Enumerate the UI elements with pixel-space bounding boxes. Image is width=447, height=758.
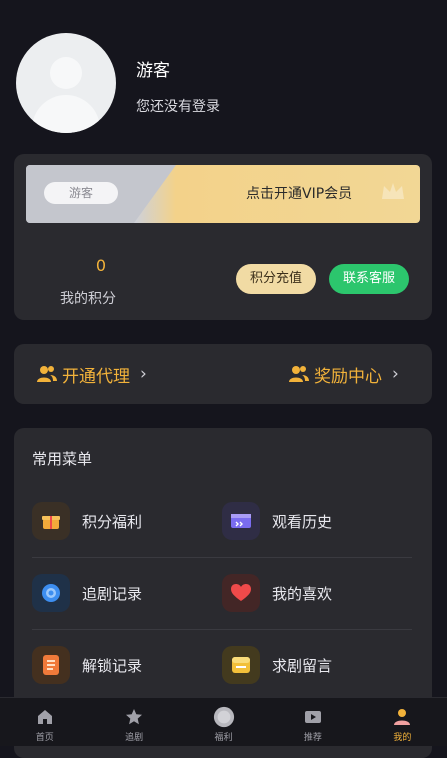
vip-banner[interactable]: 游客 点击开通VIP会员 bbox=[26, 165, 420, 223]
open-agent-link[interactable]: 开通代理 › bbox=[36, 363, 147, 387]
gift-icon bbox=[32, 502, 70, 540]
tab-recommend[interactable]: 推荐 bbox=[268, 698, 357, 746]
tab-label: 推荐 bbox=[303, 733, 322, 743]
menu-item-watch-history[interactable]: 观看历史 bbox=[222, 502, 332, 540]
points-value: 0 bbox=[95, 256, 107, 275]
menu-item-request-message[interactable]: 求剧留言 bbox=[222, 646, 332, 684]
user-name[interactable]: 游客 bbox=[136, 56, 170, 81]
menu-title: 常用菜单 bbox=[32, 450, 93, 468]
vip-card: 游客 点击开通VIP会员 0 我的积分 积分充值 联系客服 bbox=[14, 154, 432, 320]
avatar-head bbox=[50, 57, 82, 89]
login-hint[interactable]: 您还没有登录 bbox=[136, 96, 220, 116]
menu-item-my-likes[interactable]: 我的喜欢 bbox=[222, 574, 332, 612]
document-icon bbox=[32, 646, 70, 684]
menu-item-label: 追剧记录 bbox=[82, 584, 143, 603]
reward-center-label: 奖励中心 bbox=[314, 366, 382, 387]
user-icon bbox=[391, 706, 413, 728]
home-icon bbox=[34, 706, 56, 728]
avatar-body bbox=[32, 95, 100, 133]
users-icon bbox=[289, 366, 309, 382]
bottom-tab-bar: 首页 追剧 福利 推荐 我的 bbox=[0, 697, 447, 746]
tab-follow[interactable]: 追剧 bbox=[89, 698, 178, 746]
menu-item-unlock-record[interactable]: 解锁记录 bbox=[32, 646, 142, 684]
profile-header: 游客 您还没有登录 bbox=[0, 0, 447, 150]
contact-service-button[interactable]: 联系客服 bbox=[329, 264, 409, 294]
play-icon bbox=[302, 706, 324, 728]
reward-center-link[interactable]: 奖励中心 › bbox=[288, 363, 399, 387]
tab-label: 我的 bbox=[393, 733, 412, 743]
recharge-button[interactable]: 积分充值 bbox=[236, 264, 316, 294]
agent-card: 开通代理 › 奖励中心 › bbox=[14, 344, 432, 404]
menu-item-label: 求剧留言 bbox=[272, 656, 333, 675]
menu-divider bbox=[32, 557, 412, 558]
target-icon bbox=[32, 574, 70, 612]
chevron-right-icon: › bbox=[140, 364, 147, 384]
welfare-icon bbox=[213, 706, 235, 728]
menu-item-label: 解锁记录 bbox=[82, 656, 143, 675]
heart-icon bbox=[222, 574, 260, 612]
history-icon bbox=[222, 502, 260, 540]
users-icon bbox=[37, 366, 57, 382]
star-icon bbox=[123, 706, 145, 728]
tab-label: 追剧 bbox=[125, 733, 144, 743]
points-label: 我的积分 bbox=[60, 291, 116, 307]
open-vip-link[interactable]: 点击开通VIP会员 bbox=[246, 183, 352, 203]
tab-welfare[interactable]: 福利 bbox=[179, 698, 268, 746]
menu-item-label: 积分福利 bbox=[82, 512, 143, 531]
menu-item-points-welfare[interactable]: 积分福利 bbox=[32, 502, 142, 540]
menu-item-follow-record[interactable]: 追剧记录 bbox=[32, 574, 142, 612]
avatar[interactable] bbox=[16, 33, 116, 133]
menu-item-label: 我的喜欢 bbox=[272, 584, 333, 603]
tab-mine[interactable]: 我的 bbox=[358, 698, 447, 746]
menu-item-label: 观看历史 bbox=[272, 512, 333, 531]
tab-home[interactable]: 首页 bbox=[0, 698, 89, 746]
crown-icon bbox=[382, 183, 404, 199]
message-icon bbox=[222, 646, 260, 684]
menu-divider bbox=[32, 629, 412, 630]
open-agent-label: 开通代理 bbox=[62, 366, 130, 387]
guest-badge: 游客 bbox=[44, 182, 118, 204]
chevron-right-icon: › bbox=[392, 364, 399, 384]
tab-label: 福利 bbox=[214, 733, 233, 743]
tab-label: 首页 bbox=[35, 733, 54, 743]
